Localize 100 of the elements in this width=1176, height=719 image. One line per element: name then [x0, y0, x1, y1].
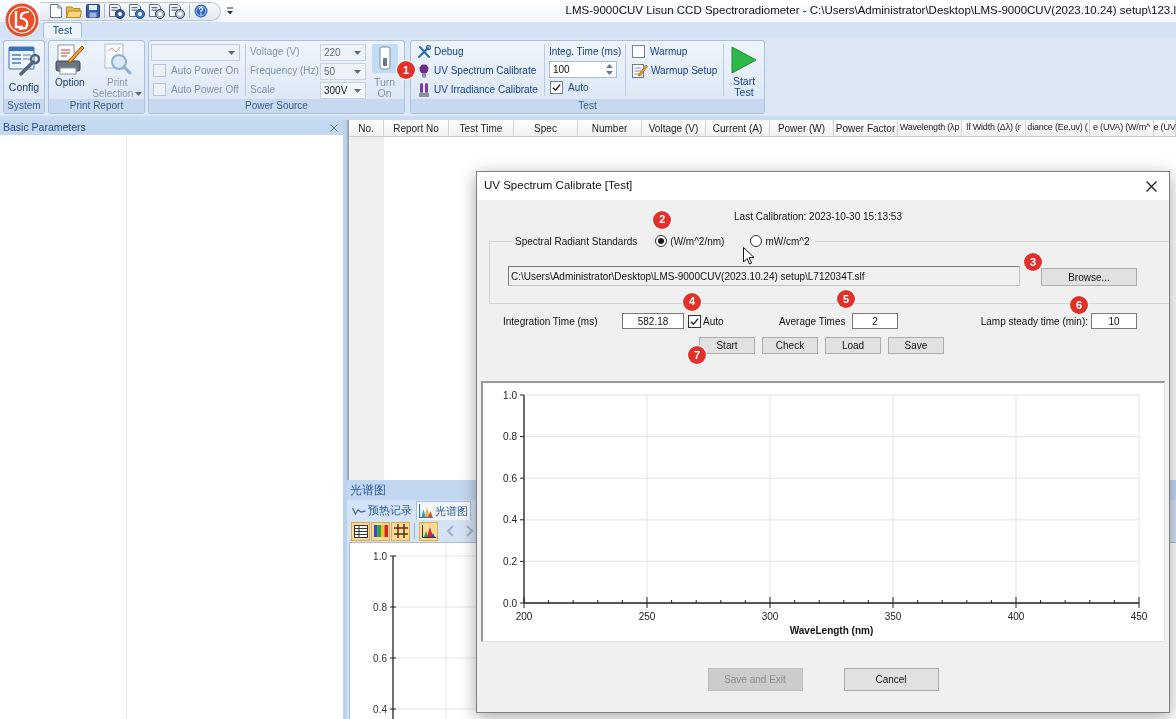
- field-label: Scale: [250, 83, 276, 97]
- field-label: Average Times: [779, 314, 847, 329]
- column-header[interactable]: Power (W): [770, 120, 834, 136]
- column-header[interactable]: Number: [578, 120, 642, 136]
- action-button[interactable]: Save: [888, 337, 944, 354]
- column-header[interactable]: e (UV: [1154, 120, 1176, 136]
- column-header[interactable]: Test Time: [449, 120, 514, 136]
- toggle-switch-icon: [371, 44, 398, 73]
- caret-icon: [135, 92, 143, 97]
- tools-icon: [417, 44, 431, 59]
- caret-icon: [228, 50, 235, 55]
- checkbox-label: Auto Power Off: [171, 83, 239, 97]
- select-field: 220: [320, 44, 366, 61]
- checkbox-label[interactable]: Auto: [703, 313, 779, 329]
- cursor-icon: [743, 247, 755, 265]
- tick-label: 200: [515, 611, 533, 622]
- column-header[interactable]: Wavelength (λp: [898, 120, 962, 136]
- text-field[interactable]: 582.18: [622, 313, 684, 329]
- text-field[interactable]: 2: [852, 313, 898, 329]
- dialog-button[interactable]: Cancel: [843, 668, 939, 691]
- panel-tab[interactable]: 预热记录: [350, 501, 414, 520]
- play-icon: [731, 46, 757, 74]
- window-title: LMS-9000CUV Lisun CCD Spectroradiometer - C:\Users\Administrator\Desktop\LMS-9000CUV(2023.10.24) setup\123.l: [565, 3, 1176, 19]
- select-field[interactable]: 300V: [320, 82, 366, 99]
- ribbon-button[interactable]: Warmup Setup: [632, 61, 723, 80]
- column-header[interactable]: Spec: [514, 120, 578, 136]
- page-icon[interactable]: [50, 4, 62, 18]
- ribbon-tab[interactable]: Test: [43, 22, 82, 38]
- ribbon-button[interactable]: UV Spectrum Calibrate: [417, 63, 537, 78]
- column-header[interactable]: Report No: [384, 120, 449, 136]
- column-header[interactable]: No.: [349, 120, 384, 136]
- spectrum-icon: [421, 524, 436, 538]
- step-badge: 5: [837, 290, 855, 308]
- step-badge: 3: [1024, 253, 1042, 271]
- tick-label: 1.0: [503, 389, 517, 401]
- radio-label[interactable]: mW/cm^2: [765, 233, 812, 249]
- close-icon: [1145, 180, 1157, 192]
- tick-label: 350: [884, 611, 902, 622]
- spectrum-view-button[interactable]: [419, 521, 438, 541]
- column-header[interactable]: Voltage (V): [642, 120, 706, 136]
- start-test-button[interactable]: Start Test: [724, 41, 764, 99]
- action-button[interactable]: Check: [762, 337, 818, 354]
- dialog-title: UV Spectrum Calibrate [Test]: [484, 178, 633, 194]
- step-badge: 4: [683, 292, 701, 311]
- checkbox[interactable]: [550, 81, 563, 94]
- step-badge: 7: [688, 346, 706, 364]
- last-calibration-text: Last Calibration: 2023-10-30 15:13:53: [734, 209, 902, 224]
- tick-label: 0.8: [373, 601, 387, 613]
- config-button[interactable]: Config: [4, 41, 44, 99]
- panel-tab[interactable]: 光谱图: [416, 501, 471, 520]
- bulb-icon: [417, 63, 431, 78]
- document-disc-icon[interactable]: [169, 3, 185, 19]
- customize-caret-icon[interactable]: [227, 7, 233, 15]
- checkbox[interactable]: [688, 314, 701, 328]
- column-header[interactable]: lf Width (Δλ) (r: [962, 120, 1026, 136]
- action-button[interactable]: Load: [825, 337, 881, 354]
- field-label: Voltage (V): [250, 45, 301, 59]
- ribbon-button[interactable]: Option: [50, 41, 90, 99]
- tick-label: 1.0: [373, 550, 387, 562]
- checkbox[interactable]: [632, 45, 645, 58]
- spectrum-icon: [419, 504, 433, 518]
- radio-label[interactable]: (W/m^2/nm): [670, 233, 727, 249]
- group-label: System: [4, 99, 44, 113]
- select-field: 50: [320, 63, 366, 80]
- column-header[interactable]: Power Factor: [834, 120, 898, 136]
- radio-button[interactable]: [655, 235, 668, 247]
- stepper-icon: [605, 63, 614, 76]
- checkbox-label: Auto Power On: [171, 64, 239, 78]
- browse-button[interactable]: Browse...: [1041, 268, 1137, 286]
- tick-label: 0.4: [373, 703, 387, 715]
- text-field[interactable]: 10: [1091, 313, 1137, 329]
- checkmark-icon: [690, 316, 699, 326]
- column-header[interactable]: diance (Ee,uv) (: [1026, 120, 1090, 136]
- tick-label: 0.4: [503, 514, 517, 526]
- column-header[interactable]: Current (A): [706, 120, 770, 136]
- checkbox-label[interactable]: Auto: [568, 80, 589, 95]
- table-icon: [353, 524, 368, 538]
- field-label: Integration Time (ms): [503, 314, 599, 329]
- group-label: Power Source: [149, 99, 404, 113]
- field-label: Lamp steady time (min):: [980, 314, 1088, 329]
- file-path-field[interactable]: C:\Users\Administrator\Desktop\LMS-9000CUV(2023.10.24) setup\L712034T.slf: [508, 266, 1020, 286]
- action-button[interactable]: Start: [699, 337, 755, 354]
- grid-view-button[interactable]: [391, 521, 410, 541]
- ribbon-button[interactable]: Debug: [417, 44, 464, 59]
- step-badge: 2: [653, 210, 672, 229]
- table-view-button[interactable]: [351, 521, 370, 541]
- spin-field[interactable]: 100: [549, 61, 617, 78]
- column-header[interactable]: e (UVA) (W/m^: [1090, 120, 1154, 136]
- panel-title: 光谱图: [350, 482, 386, 499]
- line-chart-icon: [352, 505, 366, 516]
- tube-lamp-icon: [417, 82, 431, 97]
- checkbox-label[interactable]: Warmup: [650, 44, 688, 59]
- color-view-button[interactable]: [371, 521, 390, 541]
- ribbon-button[interactable]: UV Irradiance Calibrate: [417, 82, 538, 97]
- help-icon[interactable]: [194, 4, 208, 18]
- dialog-button: Save and Exit: [707, 668, 803, 691]
- radio-button[interactable]: [750, 235, 763, 247]
- document-disc-icon[interactable]: [129, 3, 145, 19]
- document-disc-icon[interactable]: [149, 3, 165, 19]
- document-disc-icon[interactable]: [109, 3, 125, 19]
